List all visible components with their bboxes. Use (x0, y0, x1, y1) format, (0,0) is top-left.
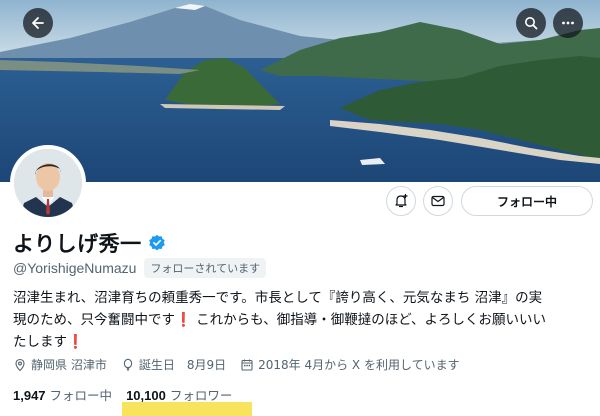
following-count: 1,947 (13, 388, 46, 403)
bio-text: たします (13, 334, 67, 350)
joined-text: 2018年 4月から X を利用しています (258, 358, 460, 372)
followers-stat-link[interactable]: 10,100 フォロワー (126, 385, 232, 404)
followers-label: フォロワー (169, 388, 233, 403)
calendar-icon (241, 359, 253, 371)
location-item: 静岡県 沼津市 (13, 356, 107, 373)
balloon-icon (123, 358, 132, 371)
search-button[interactable] (516, 8, 546, 38)
location-pin-icon (15, 358, 25, 371)
birthday-label: 誕生日 (138, 358, 175, 372)
user-handle: @YorishigeNumazu (13, 260, 137, 276)
message-button[interactable] (423, 186, 453, 216)
bio-line: 沼津生まれ、沼津育ちの頼重秀一です。市長として『誇り高く、元気なまち 沼津』の実 (13, 290, 543, 306)
following-stat-link[interactable]: 1,947 フォロー中 (13, 385, 112, 404)
profile-bio: 沼津生まれ、沼津育ちの頼重秀一です。市長として『誇り高く、元気なまち 沼津』の実… (13, 287, 593, 353)
verified-badge-icon[interactable] (148, 234, 166, 252)
banner-landscape-image (0, 0, 600, 182)
birthday-item: 誕生日 8月9日 (121, 356, 226, 373)
bio-text: 現のため、只今奮闘中です (13, 312, 175, 328)
bio-text: これからも、御指導・御鞭撻のほど、よろしくお願いいい (191, 312, 547, 328)
profile-banner[interactable] (0, 0, 600, 182)
arrow-left-icon (32, 17, 44, 29)
mail-icon (431, 195, 445, 207)
profile-name-row: よりしげ秀一 (13, 228, 166, 258)
follows-you-badge: フォローされています (144, 258, 267, 278)
more-button[interactable] (553, 8, 583, 38)
more-horizontal-icon (562, 21, 574, 25)
notify-button[interactable] (386, 186, 416, 216)
avatar[interactable] (10, 145, 86, 221)
birthday-value: 8月9日 (186, 358, 227, 372)
bell-plus-icon (395, 193, 408, 208)
avatar-portrait-image (14, 149, 82, 217)
handle-row: @YorishigeNumazu フォローされています (13, 258, 267, 278)
search-icon (525, 17, 538, 30)
following-label: フォロー中 (49, 388, 113, 403)
follow-stats: 1,947 フォロー中 10,100 フォロワー (13, 385, 232, 404)
exclamation-icon: ❗ (175, 312, 192, 328)
following-button[interactable]: フォロー中 (461, 186, 593, 216)
back-button[interactable] (23, 8, 53, 38)
bio-line: 現のため、只今奮闘中です❗ これからも、御指導・御鞭撻のほど、よろしくお願いいい (13, 309, 593, 331)
followers-count: 10,100 (126, 388, 166, 403)
display-name: よりしげ秀一 (13, 232, 142, 256)
bio-line: たします❗ (13, 331, 593, 353)
followers-highlight-marker (122, 402, 252, 416)
location-text: 静岡県 沼津市 (31, 358, 107, 372)
exclamation-icon: ❗ (67, 334, 84, 350)
joined-item: 2018年 4月から X を利用しています (240, 356, 460, 373)
profile-meta: 静岡県 沼津市 誕生日 8月9日 2018年 4月から X を利用しています (13, 356, 460, 373)
